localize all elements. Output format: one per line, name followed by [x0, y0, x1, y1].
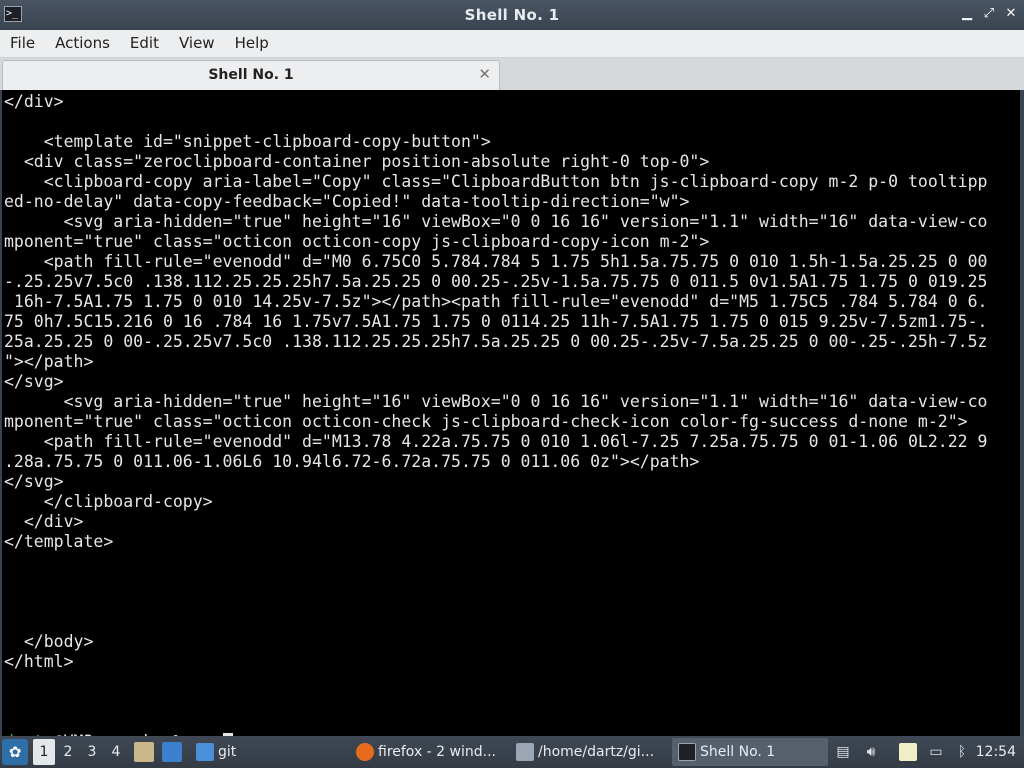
window-titlebar: >_ Shell No. 1 ▁ ⤢ ✕ — [0, 0, 1024, 30]
folder-label: git — [218, 744, 237, 760]
bluetooth-icon[interactable]: ᛒ — [953, 743, 971, 761]
menu-bar: File Actions Edit View Help — [0, 30, 1024, 58]
network-icon[interactable]: ▭ — [927, 743, 945, 761]
clock: 12:54 — [975, 744, 1016, 760]
text-editor-icon — [516, 743, 534, 761]
workspace-4[interactable]: 4 — [105, 739, 127, 765]
terminal-line: </template> — [4, 532, 114, 551]
menu-view[interactable]: View — [169, 30, 225, 56]
terminal-line: <svg aria-hidden="true" height="16" view… — [4, 212, 988, 231]
folder-icon — [196, 743, 214, 761]
task-firefox[interactable]: firefox - 2 wind... — [350, 738, 502, 766]
taskbar: ✿ 1 2 3 4 git firefox - 2 wind... /home/… — [0, 736, 1024, 768]
terminal-line: mponent="true" class="octicon octicon-co… — [4, 232, 710, 251]
tab-close-icon[interactable]: ✕ — [478, 65, 491, 83]
terminal-line: -.25.25v7.5c0 .138.112.25.25.25h7.5a.25.… — [4, 272, 988, 291]
volume-icon[interactable]: 🔊︎ — [862, 743, 880, 761]
minimize-button[interactable]: ▁ — [958, 5, 976, 23]
terminal-line: <svg aria-hidden="true" height="16" view… — [4, 392, 988, 411]
menu-edit[interactable]: Edit — [120, 30, 169, 56]
task-terminal[interactable]: Shell No. 1 — [672, 738, 828, 766]
terminal-line: 75 0h7.5C15.216 0 16 .784 16 1.75v7.5A1.… — [4, 312, 988, 331]
tab-bar: Shell No. 1 ✕ — [0, 58, 1024, 90]
terminal-line: </clipboard-copy> — [4, 492, 213, 511]
terminal-line: <path fill-rule="evenodd" d="M13.78 4.22… — [4, 432, 988, 451]
start-menu-icon[interactable]: ✿ — [2, 739, 28, 765]
task-label: Shell No. 1 — [700, 744, 776, 760]
firefox-icon — [356, 743, 374, 761]
terminal-line: .28a.75.75 0 011.06-1.06L6 10.94l6.72-6.… — [4, 452, 700, 471]
close-button[interactable]: ✕ — [1002, 5, 1020, 23]
terminal-output: </div> <template id="snippet-clipboard-c… — [4, 92, 1004, 736]
workspace-2[interactable]: 2 — [57, 739, 79, 765]
terminal-line: <template id="snippet-clipboard-copy-but… — [4, 132, 491, 151]
terminal-view[interactable]: </div> <template id="snippet-clipboard-c… — [0, 90, 1024, 736]
menu-help[interactable]: Help — [225, 30, 279, 56]
terminal-line: <clipboard-copy aria-label="Copy" class=… — [4, 172, 988, 191]
terminal-icon — [678, 743, 696, 761]
terminal-line: 25a.25.25 0 00-.25.25v7.5c0 .138.112.25.… — [4, 332, 988, 351]
terminal-line: 16h-7.5A1.75 1.75 0 010 14.25v-7.5z"></p… — [4, 292, 988, 311]
show-desktop-icon[interactable] — [162, 742, 182, 762]
menu-actions[interactable]: Actions — [45, 30, 120, 56]
menu-file[interactable]: File — [0, 30, 45, 56]
terminal-line: </html> — [4, 652, 74, 671]
task-label: firefox - 2 wind... — [378, 744, 496, 760]
notes-icon[interactable] — [899, 743, 917, 761]
clipboard-icon[interactable]: ▤ — [834, 743, 852, 761]
maximize-button[interactable]: ⤢ — [980, 5, 998, 23]
tab-label: Shell No. 1 — [208, 67, 294, 83]
terminal-line: <div class="zeroclipboard-container posi… — [4, 152, 710, 171]
window-title: Shell No. 1 — [464, 6, 560, 24]
workspace-3[interactable]: 3 — [81, 739, 103, 765]
terminal-line: mponent="true" class="octicon octicon-ch… — [4, 412, 968, 431]
terminal-scrollbar[interactable] — [1020, 90, 1022, 736]
terminal-line: </body> — [4, 632, 94, 651]
tab-shell-1[interactable]: Shell No. 1 ✕ — [2, 60, 500, 90]
terminal-line: "></path> — [4, 352, 94, 371]
task-label: /home/dartz/gi... — [538, 744, 655, 760]
terminal-line: </div> — [4, 92, 64, 111]
terminal-line: </svg> — [4, 472, 64, 491]
terminal-line: </div> — [4, 512, 84, 531]
task-text-editor[interactable]: /home/dartz/gi... — [510, 738, 664, 766]
terminal-line: </svg> — [4, 372, 64, 391]
terminal-line: <path fill-rule="evenodd" d="M0 6.75C0 5… — [4, 252, 988, 271]
file-manager-icon[interactable] — [134, 742, 154, 762]
terminal-line: ed-no-delay" data-copy-feedback="Copied!… — [4, 192, 690, 211]
folder-git-button[interactable]: git — [190, 738, 250, 766]
workspace-1[interactable]: 1 — [33, 739, 55, 765]
